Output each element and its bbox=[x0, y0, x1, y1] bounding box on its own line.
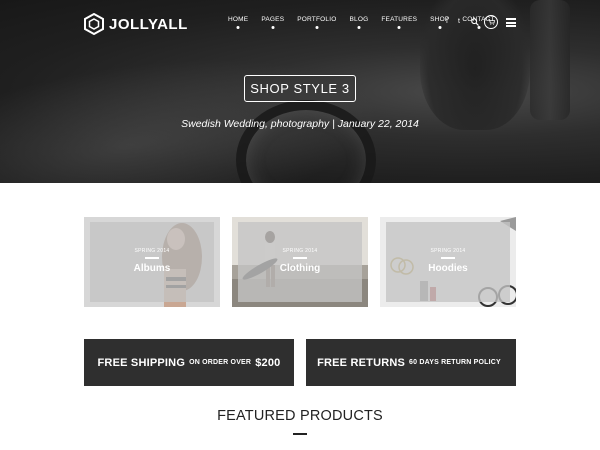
banner-small-text: 60 DAYS RETURN POLICY bbox=[409, 359, 501, 366]
logo-hexagon-icon bbox=[84, 13, 104, 35]
category-card-albums[interactable]: SPRING 2014 Albums bbox=[84, 217, 220, 307]
logo-text: JOLLYALL bbox=[109, 15, 188, 33]
hero-banner: JOLLYALL HOME PAGES PORTFOLIO BLOG FEATU… bbox=[0, 0, 600, 183]
logo[interactable]: JOLLYALL bbox=[84, 12, 188, 36]
nav-dot bbox=[236, 26, 240, 29]
nav-dot bbox=[315, 26, 319, 29]
cart-icon bbox=[488, 19, 495, 25]
nav-item-portfolio[interactable]: PORTFOLIO bbox=[297, 16, 337, 29]
nav-item-label: PAGES bbox=[261, 16, 285, 23]
banner-main-text: FREE SHIPPING bbox=[97, 356, 186, 369]
facebook-icon[interactable]: f bbox=[446, 18, 448, 25]
banner-tail-text: $200 bbox=[255, 356, 281, 369]
twitter-icon[interactable]: t bbox=[458, 18, 460, 25]
banner-main-text: FREE RETURNS bbox=[317, 356, 406, 369]
nav-dot bbox=[271, 26, 275, 29]
cart-button[interactable] bbox=[484, 15, 498, 29]
hero-subtitle: Swedish Wedding, photography | January 2… bbox=[181, 118, 419, 130]
card-overlay bbox=[90, 222, 214, 302]
nav-item-label: FEATURES bbox=[381, 16, 418, 23]
nav-item-pages[interactable]: PAGES bbox=[261, 16, 285, 29]
banner-small-text: ON ORDER OVER bbox=[189, 359, 252, 366]
nav-dot bbox=[357, 26, 361, 29]
nav-item-blog[interactable]: BLOG bbox=[349, 16, 369, 29]
card-divider bbox=[441, 257, 455, 259]
card-label: Clothing bbox=[279, 263, 321, 274]
nav-item-label: HOME bbox=[228, 16, 249, 23]
hero-title: SHOP STYLE 3 bbox=[244, 75, 356, 102]
nav-item-home[interactable]: HOME bbox=[228, 16, 249, 29]
featured-products-heading: FEATURED PRODUCTS bbox=[217, 408, 383, 424]
card-kicker: SPRING 2014 bbox=[282, 248, 318, 254]
card-label: Albums bbox=[133, 263, 171, 274]
card-kicker: SPRING 2014 bbox=[430, 248, 466, 254]
search-icon[interactable] bbox=[471, 18, 479, 26]
free-shipping-banner[interactable]: FREE SHIPPING ON ORDER OVER $200 bbox=[84, 339, 294, 386]
nav-dot bbox=[477, 26, 481, 29]
nav-item-label: PORTFOLIO bbox=[297, 16, 337, 23]
main-nav: HOME PAGES PORTFOLIO BLOG FEATURES SHOP … bbox=[228, 16, 508, 29]
card-overlay bbox=[386, 222, 510, 302]
card-overlay bbox=[238, 222, 362, 302]
nav-dot bbox=[438, 26, 442, 29]
nav-item-label: BLOG bbox=[349, 16, 369, 23]
card-kicker: SPRING 2014 bbox=[134, 248, 170, 254]
card-label: Hoodies bbox=[428, 263, 468, 274]
card-divider bbox=[145, 257, 159, 259]
nav-item-features[interactable]: FEATURES bbox=[381, 16, 418, 29]
hero-bottle-shape bbox=[530, 0, 570, 120]
menu-icon[interactable] bbox=[506, 18, 516, 27]
category-card-hoodies[interactable]: SPRING 2014 Hoodies bbox=[380, 217, 516, 307]
card-divider bbox=[293, 257, 307, 259]
free-returns-banner[interactable]: FREE RETURNS 60 DAYS RETURN POLICY bbox=[306, 339, 516, 386]
nav-dot bbox=[397, 26, 401, 29]
featured-divider bbox=[293, 433, 307, 435]
category-card-clothing[interactable]: SPRING 2014 Clothing bbox=[232, 217, 368, 307]
